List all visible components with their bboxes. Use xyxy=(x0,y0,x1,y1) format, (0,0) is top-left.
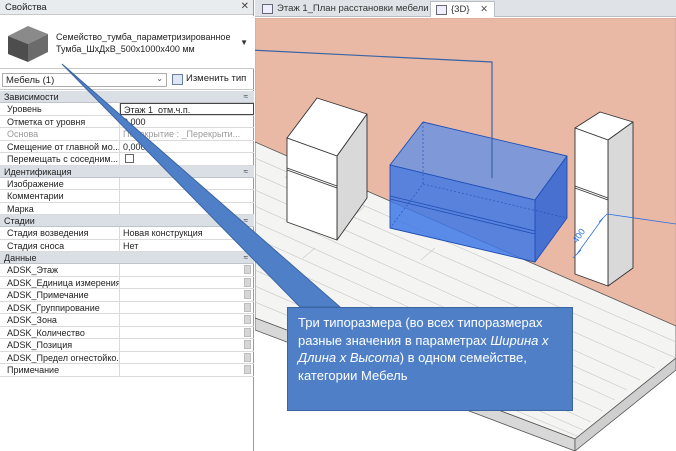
annotation-callout: Три типоразмера (во всех типоразмерах ра… xyxy=(287,307,573,411)
